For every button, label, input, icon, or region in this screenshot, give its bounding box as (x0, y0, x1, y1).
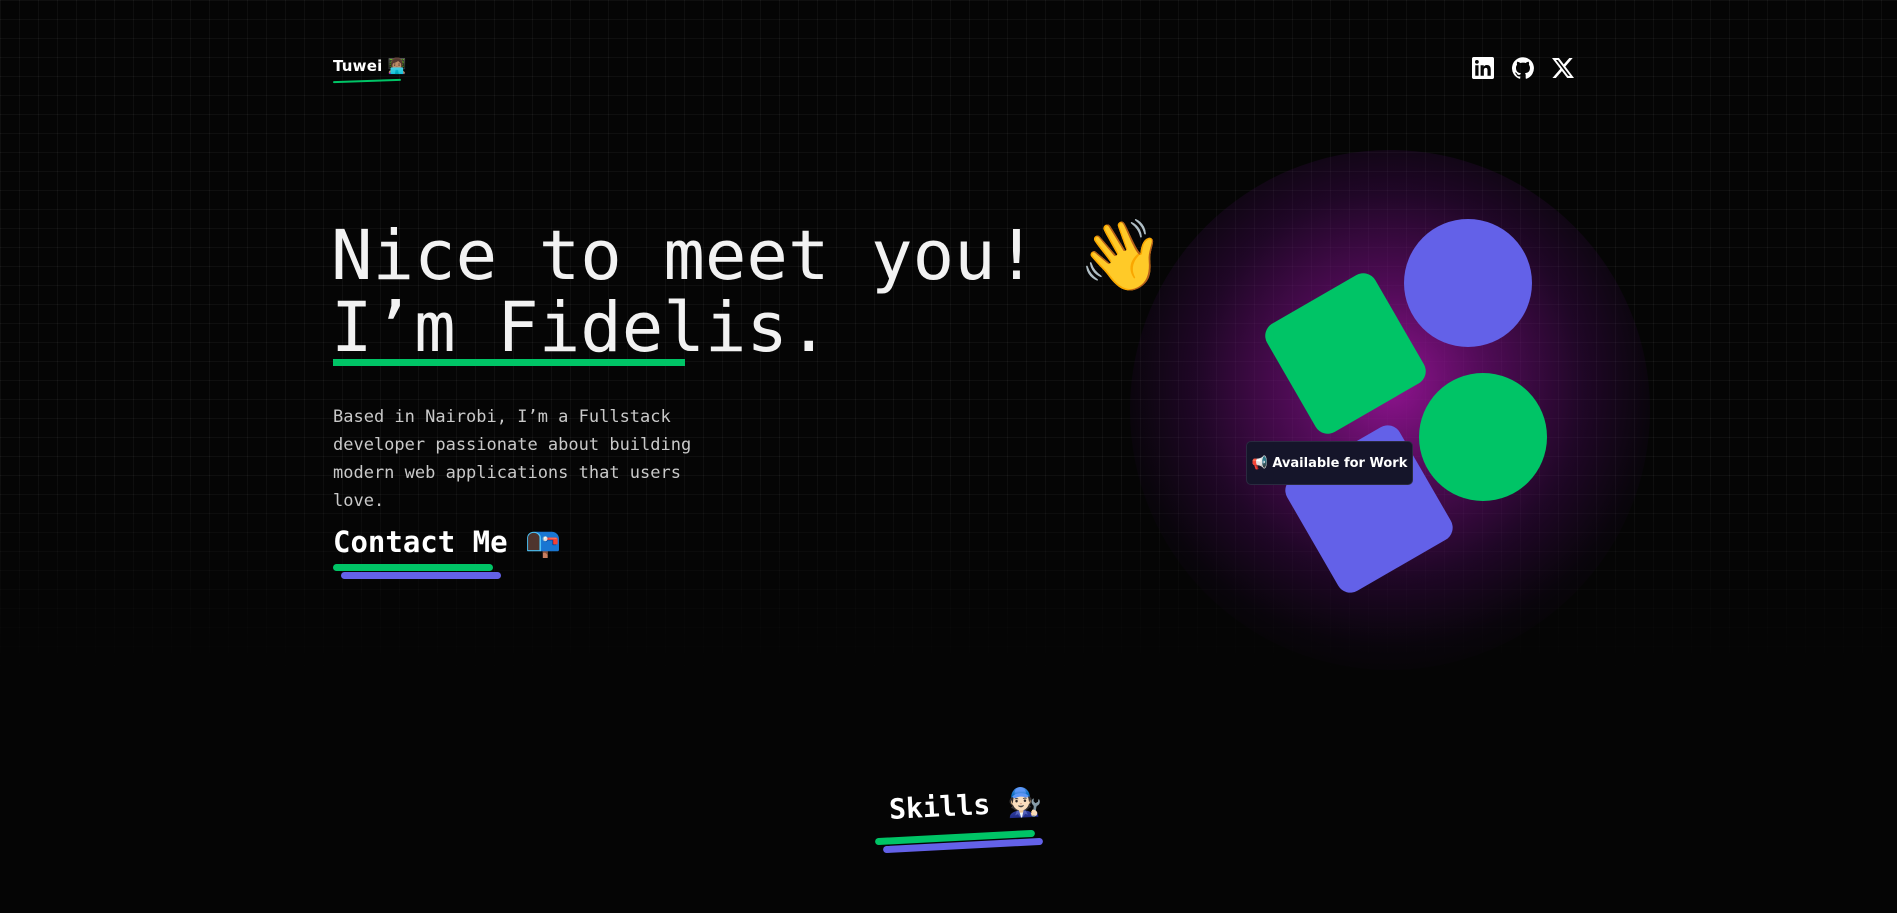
availability-badge: 📢 Available for Work (1246, 441, 1413, 485)
purple-circle-shape (1404, 219, 1532, 347)
site-logo[interactable]: Tuwei 👩🏽‍💻 (333, 57, 407, 75)
skills-heading: Skills 🧑🏻‍🔧 (888, 785, 1043, 826)
github-icon[interactable] (1511, 56, 1535, 80)
linkedin-icon[interactable] (1471, 56, 1495, 80)
hero-name: I’m Fidelis. (331, 288, 830, 368)
portfolio-page: Tuwei 👩🏽‍💻 Nice to meet you! 👋 I’m Fidel… (0, 0, 1897, 913)
magenta-glow (1130, 150, 1650, 670)
contact-me-link[interactable]: Contact Me 📭 (333, 525, 561, 560)
x-icon[interactable] (1551, 56, 1575, 80)
intro-text: Based in Nairobi, I’m a Fullstack develo… (333, 407, 692, 511)
hero-greeting: Nice to meet you! 👋 (331, 216, 1165, 296)
contact-underline-green (333, 564, 493, 571)
contact-underline-purple (341, 572, 501, 579)
name-underline (333, 359, 685, 366)
green-circle-shape (1419, 373, 1547, 501)
